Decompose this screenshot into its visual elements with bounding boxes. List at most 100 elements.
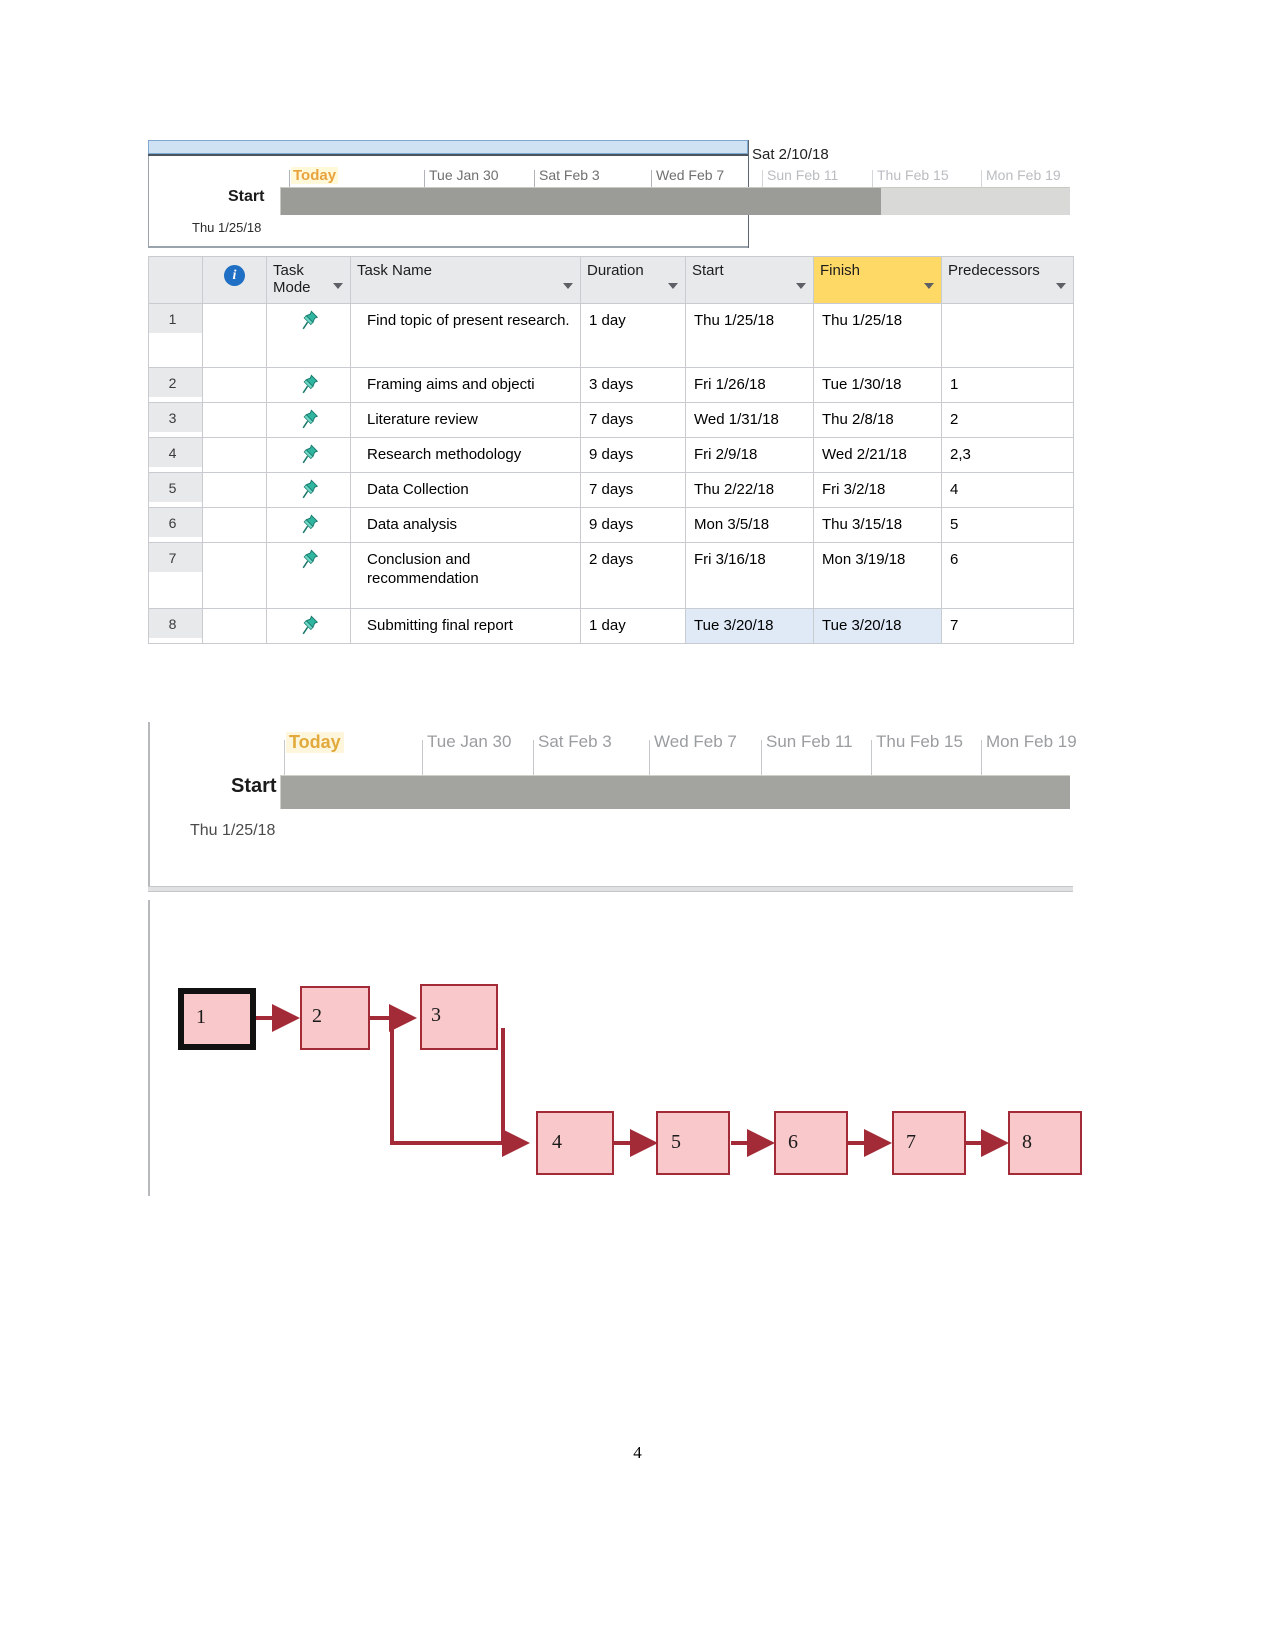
timeline-bottom-tick-label-5: Mon Feb 19 [986,732,1077,751]
cell-task-mode[interactable] [266,608,351,644]
timeline-underline [148,154,748,156]
column-header-task-mode[interactable]: Task Mode [266,256,351,304]
cell-id: 6 [148,507,203,543]
cell-predecessors[interactable]: 2,3 [941,437,1074,473]
cell-task-mode[interactable] [266,472,351,508]
cell-duration[interactable]: 7 days [580,472,686,508]
column-header-task-name[interactable]: Task Name [350,256,581,304]
timeline-tick-label-2: Wed Feb 7 [656,167,725,183]
cell-task-name[interactable]: Framing aims and objecti [350,367,581,403]
table-row[interactable]: 5 Data Collection 7 days Thu 2/22/18 Fri… [148,472,1074,508]
cell-start[interactable]: Fri 2/9/18 [685,437,814,473]
network-node-7[interactable] [892,1111,966,1175]
cell-finish[interactable]: Mon 3/19/18 [813,542,942,609]
chevron-down-icon-start[interactable] [796,283,806,289]
column-header-id [148,256,203,304]
cell-finish[interactable]: Fri 3/2/18 [813,472,942,508]
cell-finish[interactable]: Thu 2/8/18 [813,402,942,438]
cell-task-name[interactable]: Research methodology [350,437,581,473]
chevron-down-icon-duration[interactable] [668,283,678,289]
cell-start[interactable]: Mon 3/5/18 [685,507,814,543]
cell-start[interactable]: Tue 3/20/18 [685,608,814,644]
cell-start[interactable]: Fri 1/26/18 [685,367,814,403]
network-node-1-label: 1 [196,1006,206,1028]
cell-task-name[interactable]: Submitting final report [350,608,581,644]
pin-icon [298,443,320,465]
timeline-bottom-start-date: Thu 1/25/18 [190,822,276,839]
cell-start[interactable]: Thu 1/25/18 [685,303,814,368]
timeline-milestone-label: Sat 2/10/18 [752,146,829,163]
cell-predecessors[interactable] [941,303,1074,368]
cell-task-mode[interactable] [266,437,351,473]
cell-task-mode[interactable] [266,303,351,368]
cell-task-name[interactable]: Data analysis [350,507,581,543]
table-row[interactable]: 1 Find topic of present research. 1 day … [148,303,1074,368]
cell-task-name[interactable]: Find topic of present research. [350,303,581,368]
cell-id: 8 [148,608,203,644]
column-header-predecessors[interactable]: Predecessors [941,256,1074,304]
cell-duration[interactable]: 3 days [580,367,686,403]
network-node-5[interactable] [656,1111,730,1175]
column-header-duration[interactable]: Duration [580,256,686,304]
cell-finish[interactable]: Thu 1/25/18 [813,303,942,368]
network-node-8[interactable] [1008,1111,1082,1175]
cell-indicators [202,507,267,543]
network-node-4[interactable] [536,1111,614,1175]
cell-start[interactable]: Thu 2/22/18 [685,472,814,508]
chevron-down-icon-task-name[interactable] [563,283,573,289]
cell-task-name[interactable]: Literature review [350,402,581,438]
cell-task-name[interactable]: Data Collection [350,472,581,508]
pin-icon [298,309,320,331]
cell-finish[interactable]: Wed 2/21/18 [813,437,942,473]
cell-duration[interactable]: 9 days [580,437,686,473]
cell-task-mode[interactable] [266,542,351,609]
column-header-start[interactable]: Start [685,256,814,304]
table-row[interactable]: 2 Framing aims and objecti 3 days Fri 1/… [148,367,1074,403]
cell-predecessors[interactable]: 5 [941,507,1074,543]
cell-finish[interactable]: Tue 1/30/18 [813,367,942,403]
cell-finish[interactable]: Thu 3/15/18 [813,507,942,543]
pin-icon [298,548,320,570]
cell-task-mode[interactable] [266,402,351,438]
cell-finish[interactable]: Tue 3/20/18 [813,608,942,644]
cell-id: 5 [148,472,203,508]
task-table: i Task Mode Task Name Duration Start Fin… [148,256,1074,644]
network-node-6[interactable] [774,1111,848,1175]
table-header-row: i Task Mode Task Name Duration Start Fin… [148,256,1074,304]
column-header-task-mode-label: Task Mode [273,262,311,296]
cell-task-name[interactable]: Conclusion and recommendation [350,542,581,609]
cell-duration[interactable]: 9 days [580,507,686,543]
cell-predecessors[interactable]: 6 [941,542,1074,609]
cell-duration[interactable]: 2 days [580,542,686,609]
cell-duration[interactable]: 1 day [580,608,686,644]
cell-indicators [202,402,267,438]
network-diagram: 1 2 3 4 5 6 7 8 [148,900,1082,1196]
timeline-bottom: Today Tue Jan 30 Sat Feb 3 Wed Feb 7 Sun… [148,700,1077,892]
cell-predecessors[interactable]: 7 [941,608,1074,644]
chevron-down-icon-task-mode[interactable] [333,283,343,289]
cell-predecessors[interactable]: 4 [941,472,1074,508]
cell-start[interactable]: Wed 1/31/18 [685,402,814,438]
timeline-bottom-left-border [148,722,150,890]
chevron-down-icon-predecessors[interactable] [1056,283,1066,289]
column-header-predecessors-label: Predecessors [948,262,1040,279]
chevron-down-icon-finish[interactable] [924,283,934,289]
cell-duration[interactable]: 1 day [580,303,686,368]
network-node-2[interactable] [300,986,370,1050]
cell-duration[interactable]: 7 days [580,402,686,438]
cell-task-mode[interactable] [266,507,351,543]
network-node-1[interactable] [178,988,256,1050]
cell-predecessors[interactable]: 1 [941,367,1074,403]
cell-task-mode[interactable] [266,367,351,403]
table-row[interactable]: 6 Data analysis 9 days Mon 3/5/18 Thu 3/… [148,507,1074,543]
table-row[interactable]: 4 Research methodology 9 days Fri 2/9/18… [148,437,1074,473]
timeline-top: Sat 2/10/18 Today Tue Jan 30 Sat Feb 3 W… [148,140,1073,248]
table-row[interactable]: 7 Conclusion and recommendation 2 days F… [148,542,1074,609]
cell-start[interactable]: Fri 3/16/18 [685,542,814,609]
cell-predecessors[interactable]: 2 [941,402,1074,438]
timeline-start-date: Thu 1/25/18 [192,220,262,235]
table-row[interactable]: 3 Literature review 7 days Wed 1/31/18 T… [148,402,1074,438]
cell-id: 4 [148,437,203,473]
table-row[interactable]: 8 Submitting final report 1 day Tue 3/20… [148,608,1074,644]
column-header-finish[interactable]: Finish [813,256,942,304]
